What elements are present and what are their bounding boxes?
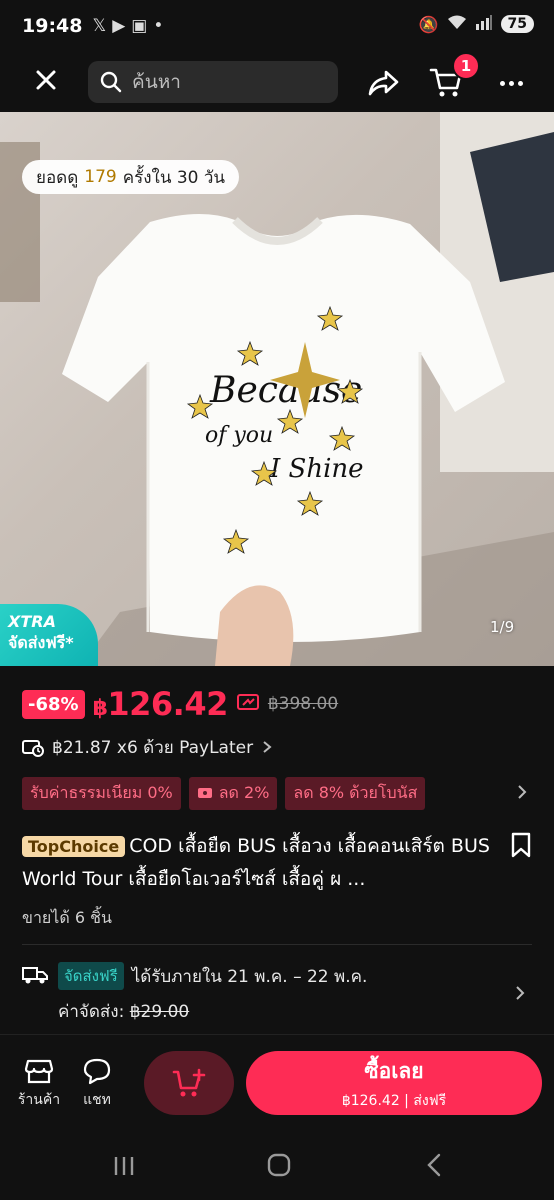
youtube-icon: ▶	[112, 16, 126, 36]
signal-icon	[475, 14, 493, 34]
app-icon: ▣	[131, 16, 148, 36]
promo-tag-bonus[interactable]: ลด 8% ด้วยโบนัส	[285, 776, 426, 810]
current-price: ฿126.42	[92, 685, 229, 723]
bookmark-button[interactable]	[510, 832, 532, 862]
svg-text:of you: of you	[205, 423, 273, 448]
svg-text:I Shine: I Shine	[269, 454, 364, 484]
back-icon[interactable]	[424, 1152, 444, 1178]
discount-badge: -68%	[22, 689, 85, 719]
chevron-right-icon	[263, 741, 272, 753]
add-cart-icon	[172, 1068, 206, 1097]
coupon-icon	[236, 692, 260, 716]
search-icon	[100, 71, 122, 93]
xtra-subtitle: จัดส่งฟรี*	[8, 633, 74, 652]
shipping-info[interactable]: จัดส่งฟรี ได้รับภายใน 21 พ.ค. – 22 พ.ค. …	[22, 962, 532, 1022]
chevron-right-icon[interactable]	[516, 783, 528, 801]
shop-icon	[24, 1059, 54, 1084]
paylater-text: ฿21.87 x6 ด้วย PayLater	[52, 737, 254, 758]
chat-button[interactable]: แชท	[72, 1057, 122, 1111]
add-to-cart-button[interactable]	[144, 1051, 234, 1115]
buy-now-button[interactable]: ซื้อเลย ฿126.42 | ส่งฟรี	[246, 1051, 542, 1115]
buy-now-label: ซื้อเลย	[364, 1058, 424, 1083]
views-pill: ยอดดู 179 ครั้งใน 30 วัน	[22, 160, 240, 194]
x-app-icon: 𝕏	[92, 16, 107, 36]
wifi-icon	[447, 14, 467, 34]
original-price: ฿398.00	[267, 694, 339, 714]
views-suffix: ครั้งใน 30 วัน	[122, 167, 226, 188]
chat-icon	[83, 1058, 111, 1085]
free-shipping-tag: จัดส่งฟรี	[58, 962, 124, 990]
promo-row[interactable]: รับค่าธรรมเนียม 0% ลด 2% ลด 8% ด้วยโบนัส	[22, 776, 534, 810]
top-nav: ค้นหา 1	[0, 52, 554, 112]
delivery-date: ได้รับภายใน 21 พ.ค. – 22 พ.ค.	[131, 966, 368, 987]
current-price-value: 126.42	[107, 685, 228, 723]
chevron-right-icon	[516, 986, 525, 1000]
divider	[22, 944, 532, 945]
shipping-fee-line: ค่าจัดส่ง: ฿29.00	[58, 998, 189, 1025]
promo-tag-discount-label: ลด 2%	[218, 782, 270, 802]
search-input[interactable]: ค้นหา	[88, 61, 338, 103]
paylater-row[interactable]: ฿21.87 x6 ด้วย PayLater	[22, 734, 273, 760]
share-icon	[368, 70, 399, 96]
status-bar: 19:48 𝕏 ▶ ▣ • 🔕 75	[0, 0, 554, 52]
paylater-icon	[22, 740, 44, 757]
currency-symbol: ฿	[92, 696, 108, 721]
tshirt-photo: Because of you I Shine	[0, 112, 554, 666]
delivery-line: จัดส่งฟรี ได้รับภายใน 21 พ.ค. – 22 พ.ค.	[58, 962, 367, 990]
cart-count-badge: 1	[452, 52, 480, 80]
product-image[interactable]: Because of you I Shine ยอดดู 179 ครั้งใน…	[0, 112, 554, 666]
battery-indicator: 75	[500, 15, 534, 33]
search-placeholder: ค้นหา	[132, 71, 181, 93]
bottom-action-bar: ร้านค้า แชท ซื้อเลย ฿126.42 | ส่งฟรี	[0, 1034, 554, 1130]
coupon-icon	[197, 788, 212, 798]
close-button[interactable]	[30, 64, 62, 96]
buy-free-shipping: ส่งฟรี	[413, 1092, 447, 1109]
topchoice-badge: TopChoice	[22, 836, 126, 857]
xtra-free-shipping-badge: XTRA จัดส่งฟรี*	[0, 604, 98, 666]
system-navigation-bar	[0, 1130, 554, 1200]
mute-icon: 🔕	[418, 14, 439, 34]
truck-icon	[22, 967, 48, 984]
notification-icons: 𝕏 ▶ ▣ •	[92, 16, 163, 36]
price-row: -68% ฿126.42 ฿398.00	[22, 684, 338, 724]
dot-icon: •	[153, 16, 164, 36]
shop-button[interactable]: ร้านค้า	[14, 1057, 64, 1111]
views-prefix: ยอดดู	[36, 167, 79, 188]
shipping-fee-old: ฿29.00	[129, 1002, 190, 1022]
share-button[interactable]	[366, 66, 400, 100]
home-icon[interactable]	[266, 1152, 292, 1178]
buy-price: ฿126.42	[341, 1092, 400, 1109]
bookmark-icon	[511, 832, 531, 858]
chat-label: แชท	[83, 1092, 111, 1108]
shop-label: ร้านค้า	[17, 1092, 61, 1108]
recent-apps-icon[interactable]	[112, 1154, 136, 1178]
sold-count: ขายได้ 6 ชิ้น	[22, 908, 112, 927]
product-title-block: TopChoice COD เสื้อยืด BUS เสื้อวง เสื้อค…	[22, 830, 492, 895]
more-options-button[interactable]	[494, 66, 528, 100]
close-icon	[36, 70, 56, 90]
status-right: 🔕 75	[419, 14, 534, 34]
image-counter: 1/9	[490, 618, 515, 636]
shipping-fee-label: ค่าจัดส่ง:	[58, 1002, 125, 1022]
status-time: 19:48	[22, 15, 83, 37]
promo-tag-fee[interactable]: รับค่าธรรมเนียม 0%	[22, 776, 181, 810]
promo-tag-discount[interactable]: ลด 2%	[188, 776, 278, 810]
views-count: 179	[84, 167, 117, 187]
buy-now-price: ฿126.42 | ส่งฟรี	[341, 1092, 447, 1109]
xtra-title: XTRA	[8, 612, 56, 631]
